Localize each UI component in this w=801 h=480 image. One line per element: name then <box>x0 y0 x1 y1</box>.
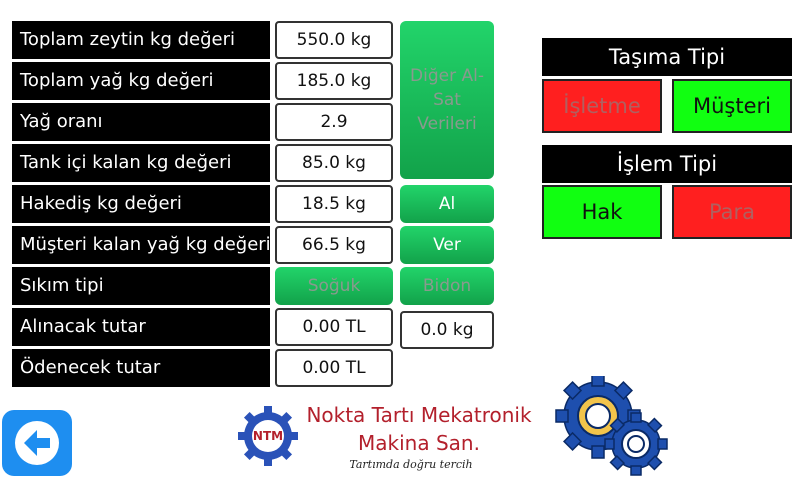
value-odenecek[interactable]: 0.00 TL <box>275 349 393 387</box>
label-toplam-zeytin: Toplam zeytin kg değeri <box>12 21 270 59</box>
ver-button[interactable]: Ver <box>400 226 494 264</box>
value-yag-orani[interactable]: 2.9 <box>275 103 393 141</box>
para-button[interactable]: Para <box>672 185 792 239</box>
value-tank-ici[interactable]: 85.0 kg <box>275 144 393 182</box>
gears-icon <box>555 373 668 476</box>
settings-button[interactable] <box>554 373 668 476</box>
value-toplam-zeytin[interactable]: 550.0 kg <box>275 21 393 59</box>
label-alinacak: Alınacak tutar <box>12 308 270 346</box>
musteri-button[interactable]: Müşteri <box>672 79 792 133</box>
value-alinacak[interactable]: 0.00 TL <box>275 308 393 346</box>
value-musteri-kalan[interactable]: 66.5 kg <box>275 226 393 264</box>
label-hakedis: Hakediş kg değeri <box>12 185 270 223</box>
company-name: Nokta Tartı Mekatronik <box>306 403 532 427</box>
back-arrow-icon <box>15 421 59 465</box>
al-button[interactable]: Al <box>400 185 494 223</box>
islem-tipi-header: İşlem Tipi <box>542 145 792 183</box>
isletme-button[interactable]: İşletme <box>542 79 662 133</box>
bidon-button[interactable]: Bidon <box>400 267 494 305</box>
diger-al-sat-button[interactable]: Diğer Al-Sat Verileri <box>400 21 494 179</box>
tasima-tipi-header: Taşıma Tipi <box>542 38 792 76</box>
label-odenecek: Ödenecek tutar <box>12 349 270 387</box>
label-sikim-tipi: Sıkım tipi <box>12 267 270 305</box>
label-tank-ici: Tank içi kalan kg değeri <box>12 144 270 182</box>
label-toplam-yag: Toplam yağ kg değeri <box>12 62 270 100</box>
label-musteri-kalan: Müşteri kalan yağ kg değeri <box>12 226 270 264</box>
value-hakedis[interactable]: 18.5 kg <box>275 185 393 223</box>
company-logo: NTM <box>236 404 300 468</box>
sikim-tipi-button[interactable]: Soğuk <box>275 267 393 305</box>
label-yag-orani: Yağ oranı <box>12 103 270 141</box>
company-subname: Makina San. <box>358 431 480 455</box>
logo-mark: NTM <box>252 429 284 443</box>
value-toplam-yag[interactable]: 185.0 kg <box>275 62 393 100</box>
extra-kg-value[interactable]: 0.0 kg <box>400 311 494 349</box>
company-slogan: Tartımda doğru tercih <box>349 458 473 471</box>
hak-button[interactable]: Hak <box>542 185 662 239</box>
back-button[interactable] <box>2 410 72 476</box>
